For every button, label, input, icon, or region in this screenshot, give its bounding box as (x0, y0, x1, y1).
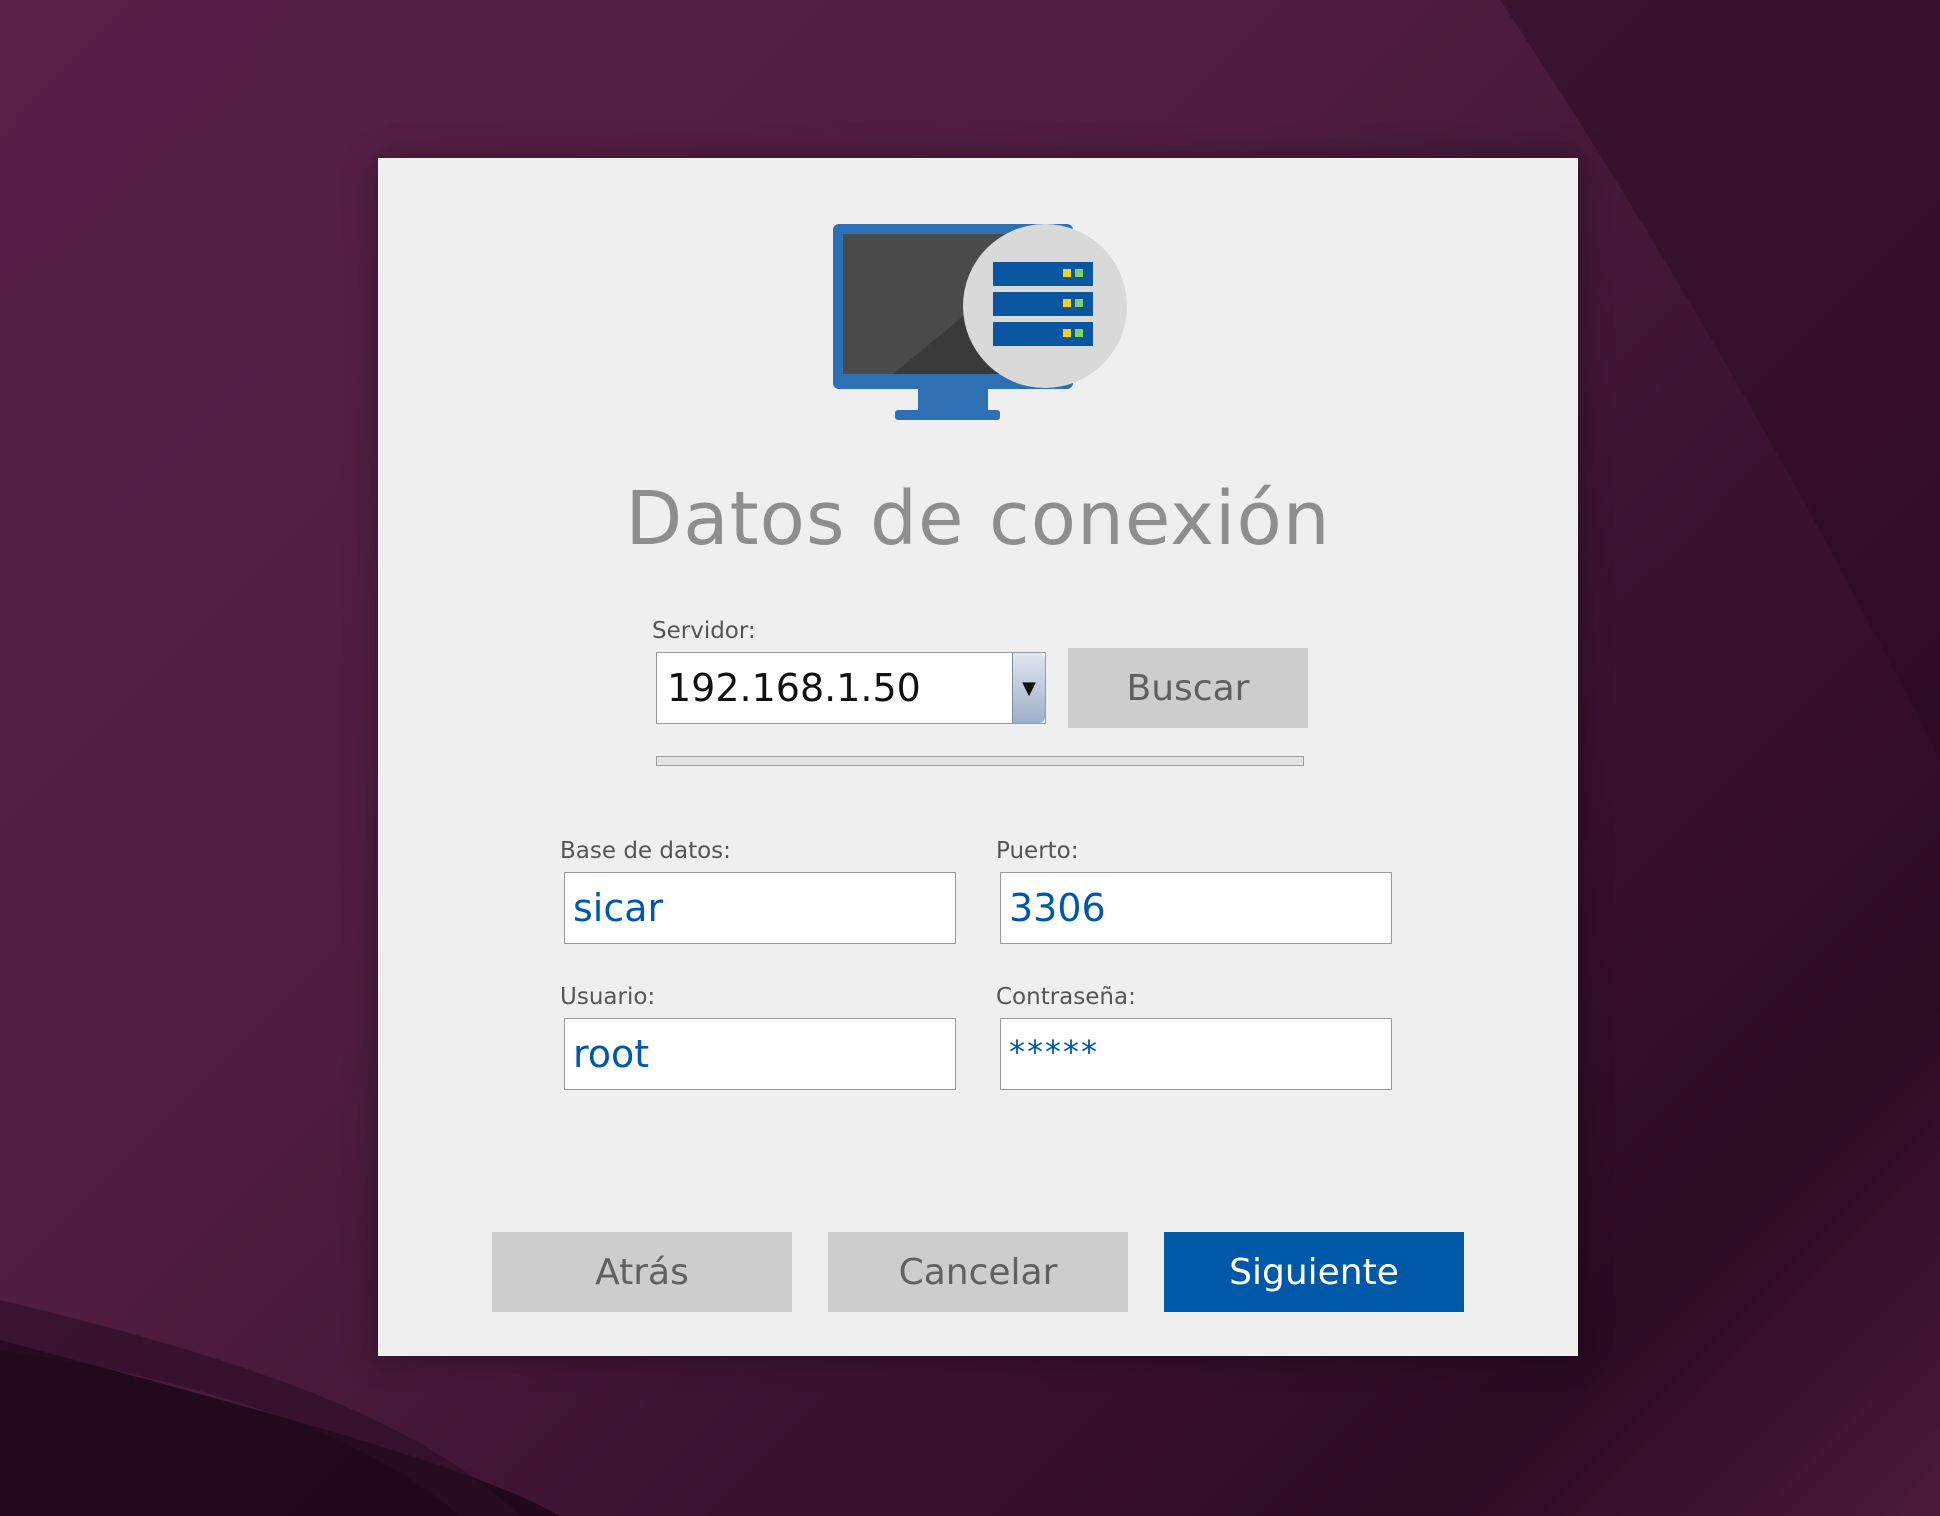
dialog-title: Datos de conexión (625, 476, 1331, 562)
port-label: Puerto: (996, 838, 1079, 864)
next-button[interactable]: Siguiente (1164, 1232, 1464, 1312)
port-field[interactable]: 3306 (1000, 872, 1392, 944)
search-progress-bar (656, 756, 1304, 766)
cancel-button[interactable]: Cancelar (828, 1232, 1128, 1312)
user-label: Usuario: (560, 984, 656, 1010)
database-label: Base de datos: (560, 838, 731, 864)
database-field[interactable]: sicar (564, 872, 956, 944)
monitor-server-icon (833, 224, 1127, 420)
password-label: Contraseña: (996, 984, 1136, 1010)
user-field[interactable]: root (564, 1018, 956, 1090)
password-field[interactable]: ***** (1000, 1018, 1392, 1090)
back-button[interactable]: Atrás (492, 1232, 792, 1312)
server-value[interactable]: 192.168.1.50 (657, 666, 1012, 710)
connection-dialog: Datos de conexión Servidor: 192.168.1.50… (378, 158, 1578, 1356)
search-button[interactable]: Buscar (1068, 648, 1308, 728)
server-label: Servidor: (652, 618, 756, 644)
chevron-down-icon[interactable]: ▼ (1012, 653, 1045, 723)
server-combobox[interactable]: 192.168.1.50 ▼ (656, 652, 1046, 724)
